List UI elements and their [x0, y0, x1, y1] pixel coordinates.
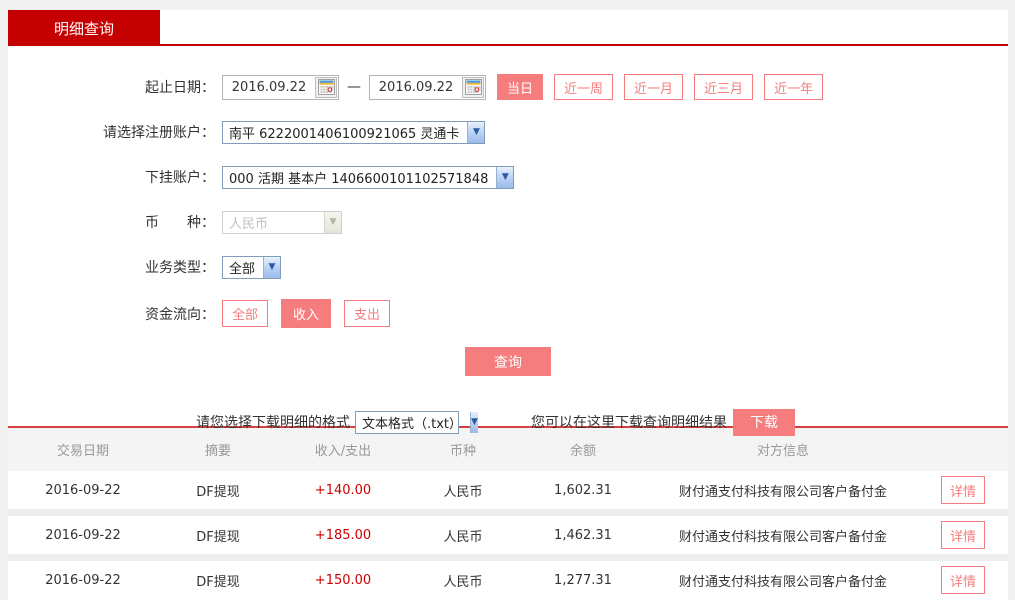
last-3months-button[interactable]: 近三月 [694, 74, 753, 100]
cell-summary: DF提现 [158, 571, 278, 590]
chevron-down-icon: ▼ [467, 122, 484, 143]
download-format-value: 文本格式（.txt） [356, 413, 470, 432]
query-button[interactable]: 查询 [465, 347, 551, 376]
cell-counterparty: 财付通支付科技有限公司客户备付金 [648, 481, 918, 500]
cell-summary: DF提现 [158, 526, 278, 545]
last-year-button[interactable]: 近一年 [764, 74, 823, 100]
cell-summary: DF提现 [158, 481, 278, 500]
tab-bar: 明细查询 [8, 10, 1008, 46]
calendar-icon-glyph [465, 79, 482, 95]
sub-account-value: 000 活期 基本户 1406600101102571848 [223, 168, 496, 187]
last-week-button[interactable]: 近一周 [554, 74, 613, 100]
business-type-label: 业务类型： [8, 257, 215, 277]
cell-balance: 1,602.31 [518, 483, 648, 498]
table-header: 交易日期 摘要 收入/支出 币种 余额 对方信息 [8, 428, 1008, 471]
sub-account-label: 下挂账户： [8, 167, 215, 187]
business-type-value: 全部 [223, 258, 263, 277]
fundflow-income-button[interactable]: 收入 [281, 299, 331, 328]
cell-date: 2016-09-22 [8, 483, 158, 498]
cell-balance: 1,462.31 [518, 528, 648, 543]
col-header-counterparty: 对方信息 [648, 440, 918, 459]
calendar-icon[interactable] [462, 77, 484, 98]
chevron-down-icon: ▼ [263, 257, 280, 278]
cell-amount: +140.00 [278, 483, 408, 498]
chevron-down-icon: ▼ [496, 167, 513, 188]
fund-flow-row: 资金流向： 全部 收入 支出 [8, 299, 1008, 328]
download-format-select[interactable]: 文本格式（.txt） ▼ [355, 411, 459, 434]
cell-date: 2016-09-22 [8, 573, 158, 588]
currency-select: 人民币 ▼ [222, 211, 342, 234]
cell-currency: 人民币 [408, 571, 518, 590]
query-form: 起止日期： 2016.09.22 [8, 46, 1008, 426]
date-separator: — [347, 79, 361, 95]
today-button[interactable]: 当日 [497, 74, 543, 100]
chevron-down-icon: ▼ [324, 212, 341, 233]
query-row: 查询 [8, 347, 1008, 376]
date-range-label: 起止日期： [8, 77, 215, 97]
business-type-row: 业务类型： 全部 ▼ [8, 254, 1008, 280]
currency-label: 币 种： [8, 212, 215, 232]
download-format-label: 请您选择下载明细的格式 [196, 412, 350, 432]
last-month-button[interactable]: 近一月 [624, 74, 683, 100]
start-date-value: 2016.09.22 [223, 80, 315, 95]
currency-row: 币 种： 人民币 ▼ [8, 209, 1008, 235]
detail-button[interactable]: 详情 [941, 476, 985, 504]
cell-amount: +150.00 [278, 573, 408, 588]
cell-currency: 人民币 [408, 526, 518, 545]
registered-account-label: 请选择注册账户： [8, 122, 215, 142]
col-header-summary: 摘要 [158, 440, 278, 459]
chevron-down-icon: ▼ [470, 412, 478, 433]
cell-counterparty: 财付通支付科技有限公司客户备付金 [648, 526, 918, 545]
sub-account-row: 下挂账户： 000 活期 基本户 1406600101102571848 ▼ [8, 164, 1008, 190]
cell-currency: 人民币 [408, 481, 518, 500]
detail-button[interactable]: 详情 [941, 566, 985, 594]
currency-value: 人民币 [223, 213, 324, 232]
start-date-input[interactable]: 2016.09.22 [222, 75, 339, 100]
registered-account-value: 南平 6222001406100921065 灵通卡 [223, 123, 467, 142]
fundflow-all-button[interactable]: 全部 [222, 300, 268, 327]
table-row: 2016-09-22 DF提现 +140.00 人民币 1,602.31 财付通… [8, 471, 1008, 509]
sub-account-select[interactable]: 000 活期 基本户 1406600101102571848 ▼ [222, 166, 514, 189]
main-panel: 明细查询 起止日期： 2016.09.22 [8, 10, 1008, 600]
end-date-input[interactable]: 2016.09.22 [369, 75, 486, 100]
calendar-icon[interactable] [315, 77, 337, 98]
date-range-row: 起止日期： 2016.09.22 [8, 74, 1008, 100]
calendar-icon-glyph [318, 79, 335, 95]
fundflow-expense-button[interactable]: 支出 [344, 300, 390, 327]
cell-amount: +185.00 [278, 528, 408, 543]
tab-detail-query[interactable]: 明细查询 [8, 10, 160, 46]
cell-date: 2016-09-22 [8, 528, 158, 543]
cell-balance: 1,277.31 [518, 573, 648, 588]
registered-account-row: 请选择注册账户： 南平 6222001406100921065 灵通卡 ▼ [8, 119, 1008, 145]
fund-flow-label: 资金流向： [8, 304, 215, 324]
cell-counterparty: 财付通支付科技有限公司客户备付金 [648, 571, 918, 590]
detail-button[interactable]: 详情 [941, 521, 985, 549]
end-date-value: 2016.09.22 [370, 80, 462, 95]
col-header-amount: 收入/支出 [278, 440, 408, 459]
col-header-date: 交易日期 [8, 440, 158, 459]
business-type-select[interactable]: 全部 ▼ [222, 256, 281, 279]
results-table: 交易日期 摘要 收入/支出 币种 余额 对方信息 2016-09-22 DF提现… [8, 428, 1008, 598]
table-row: 2016-09-22 DF提现 +185.00 人民币 1,462.31 财付通… [8, 516, 1008, 554]
col-header-balance: 余额 [518, 440, 648, 459]
table-row: 2016-09-22 DF提现 +150.00 人民币 1,277.31 财付通… [8, 561, 1008, 599]
col-header-currency: 币种 [408, 440, 518, 459]
download-hint: 您可以在这里下载查询明细结果 [531, 412, 727, 432]
registered-account-select[interactable]: 南平 6222001406100921065 灵通卡 ▼ [222, 121, 485, 144]
download-button[interactable]: 下载 [733, 409, 795, 436]
